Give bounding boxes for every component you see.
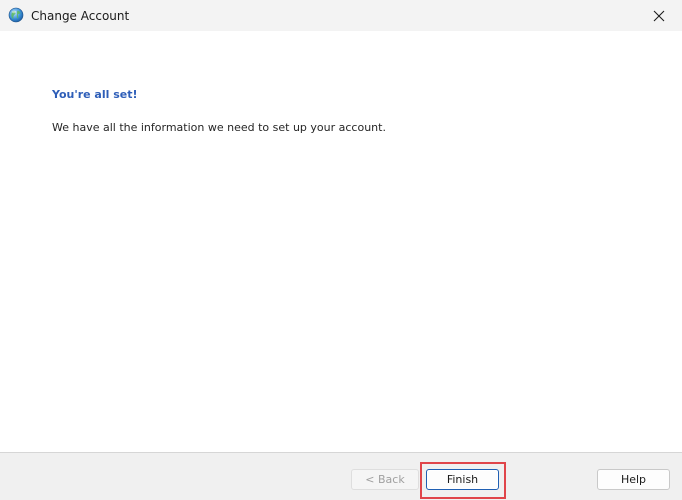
change-account-dialog: Change Account You're all set! We have a… <box>0 0 682 500</box>
help-button[interactable]: Help <box>597 469 670 490</box>
info-message: We have all the information we need to s… <box>52 121 386 134</box>
close-icon <box>653 10 665 21</box>
close-button[interactable] <box>636 0 682 31</box>
title-bar: Change Account <box>0 0 682 31</box>
dialog-content: You're all set! We have all the informat… <box>0 31 682 452</box>
finish-button[interactable]: Finish <box>426 469 499 490</box>
page-heading: You're all set! <box>52 88 138 101</box>
window-title: Change Account <box>31 9 130 23</box>
back-button[interactable]: < Back <box>351 469 419 490</box>
button-bar: < Back Finish Help <box>0 452 682 500</box>
globe-icon <box>8 7 24 23</box>
